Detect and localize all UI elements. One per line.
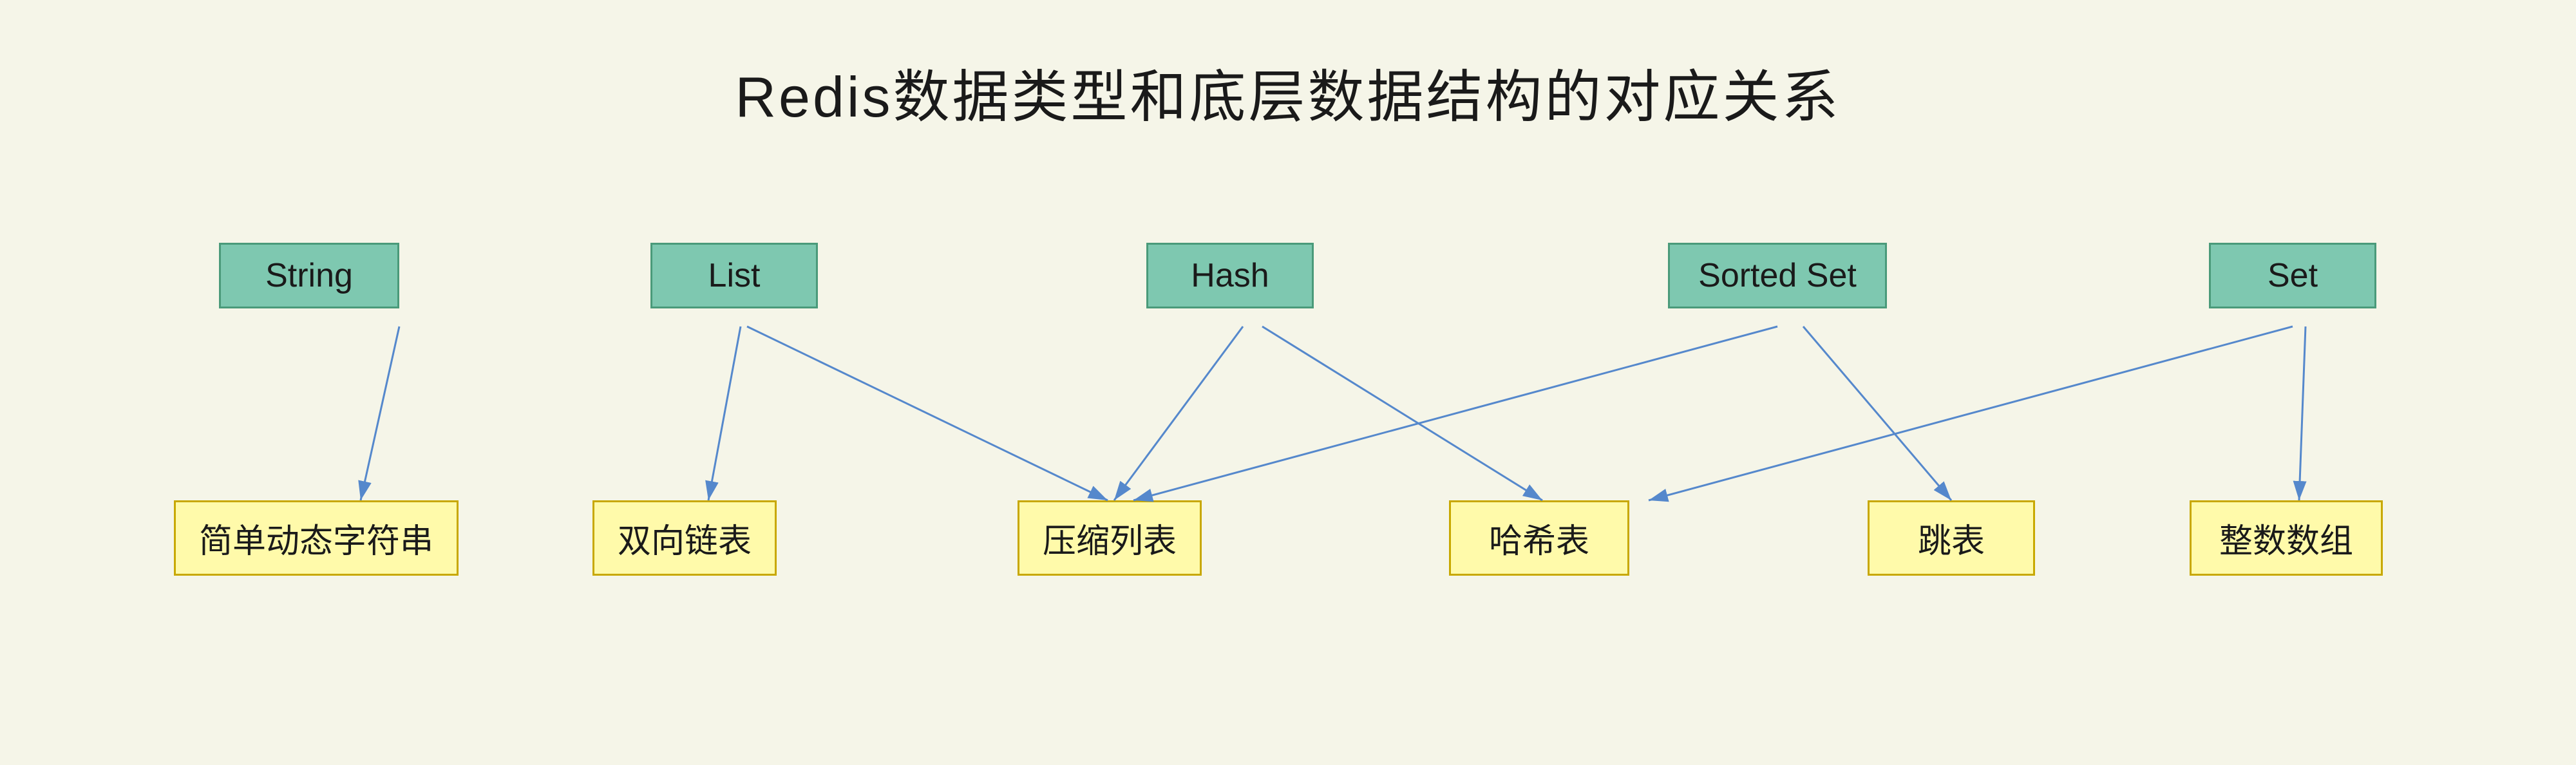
node-ziplist: 压缩列表 xyxy=(1018,500,1202,576)
node-skiplist: 跳表 xyxy=(1868,500,2035,576)
node-hash: Hash xyxy=(1146,243,1314,308)
node-sorted-set: Sorted Set xyxy=(1668,243,1887,308)
node-sds: 简单动态字符串 xyxy=(174,500,459,576)
diagram-area: String List Hash Sorted Set Set 简单动态字符串 … xyxy=(0,159,2576,739)
node-list: List xyxy=(650,243,818,308)
node-intset: 整数数组 xyxy=(2190,500,2383,576)
node-linkedlist: 双向链表 xyxy=(592,500,777,576)
node-set: Set xyxy=(2209,243,2376,308)
node-string: String xyxy=(219,243,399,308)
node-hashtable: 哈希表 xyxy=(1449,500,1629,576)
page-title: Redis数据类型和底层数据结构的对应关系 xyxy=(0,0,2576,133)
